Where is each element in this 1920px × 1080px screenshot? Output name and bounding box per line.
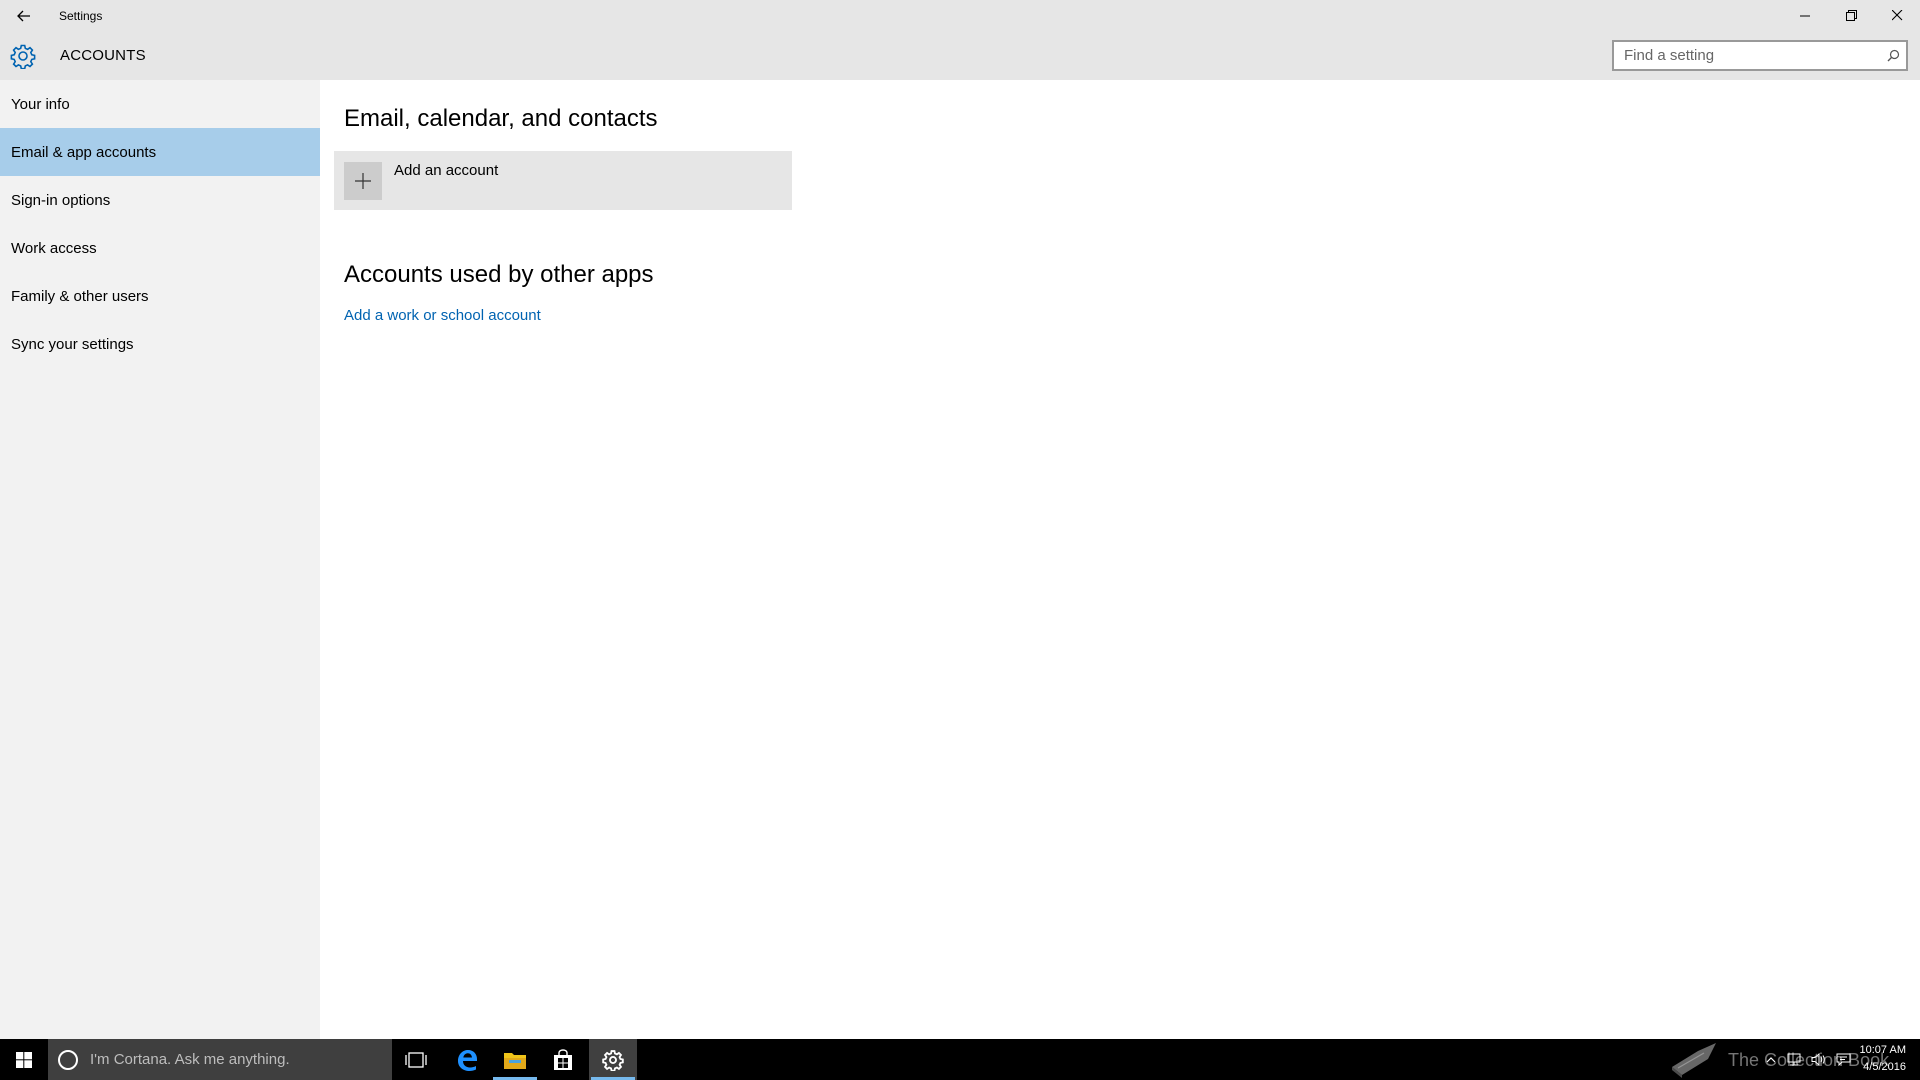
edge-browser-button[interactable] bbox=[443, 1039, 491, 1080]
search-box[interactable] bbox=[1612, 40, 1908, 71]
network-icon bbox=[1787, 1053, 1801, 1066]
sidebar-item-sign-in-options[interactable]: Sign-in options bbox=[0, 176, 320, 224]
back-arrow-icon bbox=[16, 10, 30, 21]
add-account-label: Add an account bbox=[394, 162, 499, 179]
restore-icon bbox=[1845, 10, 1857, 21]
minimize-button[interactable] bbox=[1782, 0, 1828, 31]
plus-icon bbox=[344, 162, 382, 200]
task-view-icon bbox=[405, 1051, 427, 1068]
start-button[interactable] bbox=[0, 1039, 48, 1080]
network-button[interactable] bbox=[1782, 1039, 1806, 1080]
book-logo-icon bbox=[1672, 1043, 1716, 1078]
section-heading-other-apps: Accounts used by other apps bbox=[344, 261, 654, 288]
chevron-up-icon bbox=[1766, 1057, 1776, 1063]
clock-date: 4/5/2016 bbox=[1863, 1061, 1906, 1073]
sidebar-item-work-access[interactable]: Work access bbox=[0, 224, 320, 272]
close-icon bbox=[1891, 10, 1902, 21]
settings-app-button[interactable] bbox=[589, 1039, 637, 1080]
sidebar-item-your-info[interactable]: Your info bbox=[0, 80, 320, 128]
speaker-icon bbox=[1811, 1053, 1825, 1066]
title-bar: Settings bbox=[0, 0, 1920, 31]
store-button[interactable] bbox=[539, 1039, 587, 1080]
message-icon bbox=[1836, 1053, 1850, 1066]
sidebar-item-label: Your info bbox=[11, 95, 70, 113]
section-heading-email: Email, calendar, and contacts bbox=[344, 105, 658, 132]
settings-header: ACCOUNTS bbox=[0, 31, 1920, 80]
tray-chevron-button[interactable] bbox=[1760, 1039, 1782, 1080]
sidebar-item-email-app-accounts[interactable]: Email & app accounts bbox=[0, 128, 320, 176]
taskbar: I'm Cortana. Ask me anything. The Collec… bbox=[0, 1039, 1920, 1080]
folder-icon bbox=[504, 1052, 526, 1069]
cortana-search-box[interactable]: I'm Cortana. Ask me anything. bbox=[48, 1039, 392, 1080]
sidebar-item-label: Work access bbox=[11, 239, 97, 257]
cortana-icon bbox=[58, 1049, 78, 1070]
search-input[interactable] bbox=[1614, 42, 1880, 69]
gear-icon bbox=[602, 1049, 624, 1071]
store-bag-icon bbox=[554, 1048, 572, 1070]
file-explorer-button[interactable] bbox=[491, 1039, 539, 1080]
restore-button[interactable] bbox=[1828, 0, 1874, 31]
sidebar-item-label: Email & app accounts bbox=[11, 143, 157, 161]
page-title: ACCOUNTS bbox=[60, 47, 146, 64]
window-title: Settings bbox=[59, 8, 103, 23]
window-controls bbox=[1782, 0, 1920, 31]
add-account-button[interactable]: Add an account bbox=[334, 151, 792, 210]
clock[interactable]: 10:07 AM 4/5/2016 bbox=[1850, 1042, 1906, 1076]
windows-logo-icon bbox=[16, 1051, 32, 1068]
sidebar-item-label: Sign-in options bbox=[11, 191, 111, 209]
search-icon[interactable] bbox=[1880, 42, 1906, 69]
main-content: Email, calendar, and contacts Add an acc… bbox=[320, 80, 1920, 1039]
cortana-placeholder: I'm Cortana. Ask me anything. bbox=[90, 1051, 290, 1068]
sidebar-item-family-other-users[interactable]: Family & other users bbox=[0, 272, 320, 320]
sidebar-item-label: Family & other users bbox=[11, 287, 149, 305]
sidebar-item-label: Sync your settings bbox=[11, 335, 134, 353]
clock-time: 10:07 AM bbox=[1859, 1044, 1906, 1056]
back-button[interactable] bbox=[0, 0, 47, 31]
volume-button[interactable] bbox=[1806, 1039, 1830, 1080]
add-work-school-account-link[interactable]: Add a work or school account bbox=[344, 307, 541, 324]
minimize-icon bbox=[1799, 15, 1810, 17]
sidebar-item-sync-settings[interactable]: Sync your settings bbox=[0, 320, 320, 368]
gear-icon bbox=[10, 44, 36, 69]
close-button[interactable] bbox=[1874, 0, 1920, 31]
task-view-button[interactable] bbox=[392, 1039, 440, 1080]
edge-icon bbox=[458, 1049, 477, 1071]
sidebar: Your info Email & app accounts Sign-in o… bbox=[0, 80, 320, 1039]
